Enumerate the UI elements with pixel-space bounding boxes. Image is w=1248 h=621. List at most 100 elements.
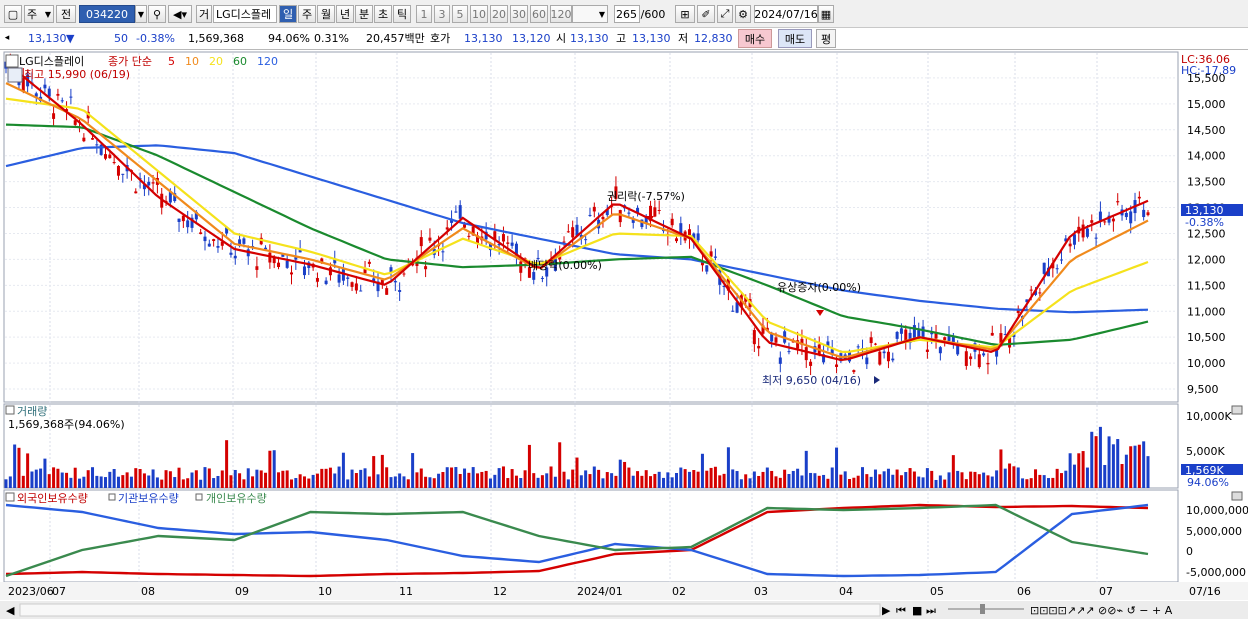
volume-bar [277,472,281,488]
type-select[interactable]: 주 ▼ [24,5,54,23]
volume-bar [891,474,895,488]
chart-area[interactable]: 9,500 10,000 10,500 11,000 11,500 12,000 12,50… [0,50,1248,621]
volume-bar [865,474,869,488]
grid-icon[interactable] [7,67,23,83]
volume-bar [536,477,540,488]
volume-bar [558,442,562,488]
volume-bar [65,472,69,488]
x-tick-label: 06 [1017,585,1031,598]
volume-bar [1107,436,1111,488]
period-tab-6[interactable]: 틱 [393,5,411,23]
minute-step-7[interactable]: 120 [550,5,572,23]
volume-bar [744,474,748,488]
volume-bar [510,469,514,488]
volume-bar [471,467,475,488]
quote-high-label: 고 [616,32,627,45]
minute-step-6[interactable]: 60 [530,5,548,23]
holders-close-icon[interactable] [1231,491,1243,501]
calendar-icon[interactable]: ▦ [818,5,834,23]
volume-bar [294,478,298,488]
stop-icon[interactable]: ■ [912,604,922,617]
last-page-icon[interactable]: ⏭ [926,604,936,617]
volume-bar [519,478,523,488]
volume-bar [822,474,826,488]
window-layout-icon[interactable]: ▢ [4,5,22,23]
minute-step-3[interactable]: 10 [470,5,488,23]
dividend-annotation: 배당락(0.00%) [528,259,602,272]
zoom-slider-thumb[interactable] [980,604,985,614]
volume-bar [700,453,704,488]
period-tab-3[interactable]: 년 [336,5,354,23]
buy-button[interactable]: 매수 [738,29,772,48]
minute-step-5[interactable]: 30 [510,5,528,23]
individual-holders-label: 개인보유수량 [206,492,267,505]
draw-tool-icon[interactable]: ✐ [697,5,715,23]
candle-body [1042,262,1046,274]
first-page-icon[interactable]: ⏮ [896,604,906,617]
candle-body [1098,211,1102,221]
minute-step-1[interactable]: 3 [434,5,450,23]
scroll-right-icon[interactable]: ▶ [882,604,891,617]
sell-button[interactable]: 매도 [778,29,812,48]
volume-bar [943,479,947,488]
volume-bar [112,469,116,488]
candle-body [752,330,756,345]
candle-body [588,214,592,216]
volume-bar [610,473,614,488]
volume-bar [337,466,341,488]
date-input[interactable]: 2024/07/16 [754,5,818,23]
volume-bar [142,473,146,488]
period-tab-0[interactable]: 일 [279,5,297,23]
sound-button[interactable]: 거 [196,5,212,23]
volume-menu-icon[interactable] [5,405,15,415]
period-tab-1[interactable]: 주 [298,5,316,23]
speaker-icon[interactable]: ◀▾ [168,5,192,23]
search-icon[interactable]: ⚲ [148,5,166,23]
steps-dropdown[interactable]: ▼ [572,5,608,23]
candle-body [419,237,423,247]
volume-bar [523,470,527,488]
scroll-track[interactable] [19,603,881,617]
eval-button[interactable]: 평 [816,29,836,48]
period-tab-5[interactable]: 초 [374,5,392,23]
code-dropdown-icon[interactable]: ▼ [135,5,147,23]
minute-step-2[interactable]: 5 [452,5,468,23]
y-tick-label: 13,500 [1187,176,1226,189]
expand-icon[interactable]: ⤢ [717,5,733,23]
candle-body [242,238,246,244]
candle-body [501,234,505,242]
panel-menu-icon[interactable] [5,54,19,68]
volume-bar [95,475,99,488]
scroll-left-icon[interactable]: ◀ [6,604,15,617]
zoom-in-icon[interactable]: ⊞ [675,5,695,23]
volume-bar [1051,477,1055,488]
candle-body [674,238,678,242]
volume-bar [579,475,583,488]
quote-volume: 1,569,368 [188,32,244,45]
quote-arrow-icon: ◂ [4,33,10,43]
volume-bar [13,444,17,488]
code-input[interactable]: 034220 [79,5,135,23]
candle-body [873,343,877,345]
gear-icon[interactable]: ⚙ [735,5,751,23]
candle-body [882,351,886,354]
count-input[interactable]: 265 [614,5,640,23]
volume-bar [233,469,237,488]
volume-bar [912,471,916,488]
toolbar-icons-bottom[interactable]: ⊡⊡⊡⊡↗↗↗ ⊘⊘⌁ ↺ − + A [1030,604,1173,617]
period-tab-4[interactable]: 분 [355,5,373,23]
volume-bar [618,459,622,488]
minute-step-4[interactable]: 20 [490,5,508,23]
period-tab-2[interactable]: 월 [317,5,335,23]
top-toolbar: ▢ 주 ▼ 전 034220 ▼ ⚲ ◀▾ 거 LG디스플레 일주월년분초틱 13… [0,0,1248,28]
volume-bar [726,447,730,488]
minute-step-0[interactable]: 1 [416,5,432,23]
volume-bar [1120,463,1124,488]
volume-close-icon[interactable] [1231,405,1243,415]
volume-bar [21,475,25,488]
prev-button[interactable]: 전 [56,5,76,23]
holders-menu-icon[interactable] [5,492,15,502]
volume-bar [380,454,384,488]
volume-bar [199,479,203,488]
candle-body [359,290,363,292]
